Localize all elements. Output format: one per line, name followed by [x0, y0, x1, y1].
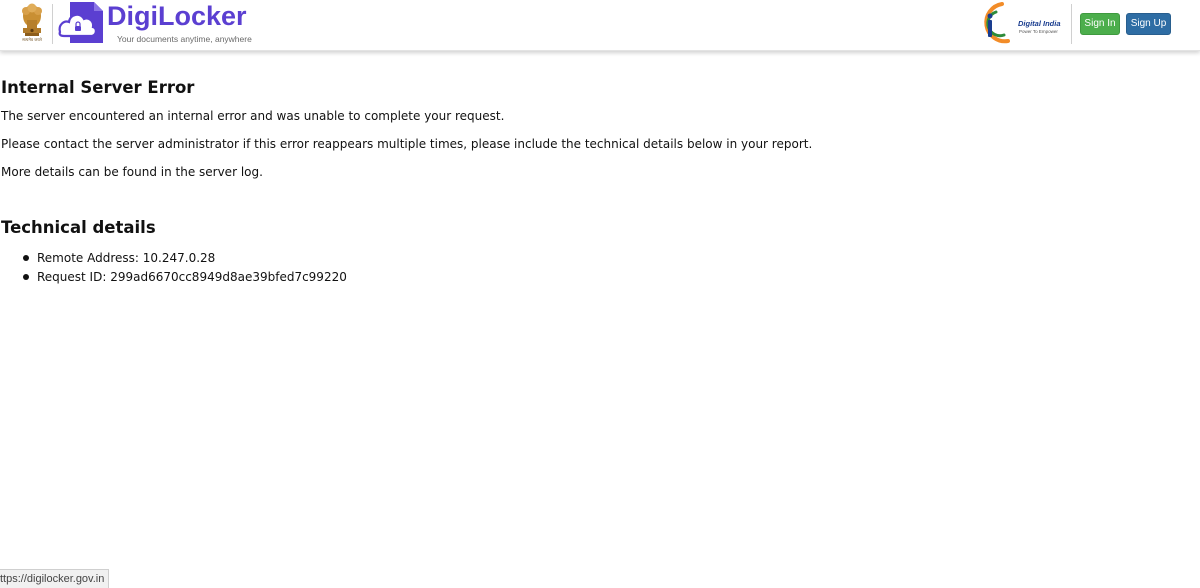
partner-name: Digital India — [1018, 19, 1061, 28]
sign-in-button[interactable]: Sign In — [1080, 13, 1120, 35]
site-header: सत्यमेव जयते DigiLocker Your documents a… — [0, 0, 1200, 51]
header-divider-right — [1071, 4, 1072, 44]
error-message: More details can be found in the server … — [1, 165, 263, 179]
bullet-icon — [23, 274, 29, 280]
brand-name[interactable]: DigiLocker — [107, 0, 247, 32]
list-item: Remote Address: 10.247.0.28 — [23, 249, 347, 268]
technical-details-list: Remote Address: 10.247.0.28 Request ID: … — [23, 249, 347, 287]
error-title: Internal Server Error — [1, 78, 195, 97]
remote-address: Remote Address: 10.247.0.28 — [37, 251, 216, 265]
browser-status-bar: ttps://digilocker.gov.in — [0, 569, 110, 588]
error-message: The server encountered an internal error… — [1, 109, 505, 123]
list-item: Request ID: 299ad6670cc8949d8ae39bfed7c9… — [23, 268, 347, 287]
bullet-icon — [23, 255, 29, 261]
digital-india-logo-icon — [984, 2, 1010, 44]
error-message: Please contact the server administrator … — [1, 137, 813, 151]
request-id: Request ID: 299ad6670cc8949d8ae39bfed7c9… — [37, 270, 347, 284]
technical-details-title: Technical details — [1, 218, 156, 237]
sign-up-button[interactable]: Sign Up — [1126, 13, 1171, 35]
emblem-caption: सत्यमेव जयते — [22, 37, 42, 42]
partner-tagline: Power To Empower — [1019, 29, 1058, 34]
digilocker-logo-icon[interactable] — [56, 0, 106, 46]
header-divider — [52, 4, 53, 44]
brand-tagline: Your documents anytime, anywhere — [117, 34, 252, 44]
